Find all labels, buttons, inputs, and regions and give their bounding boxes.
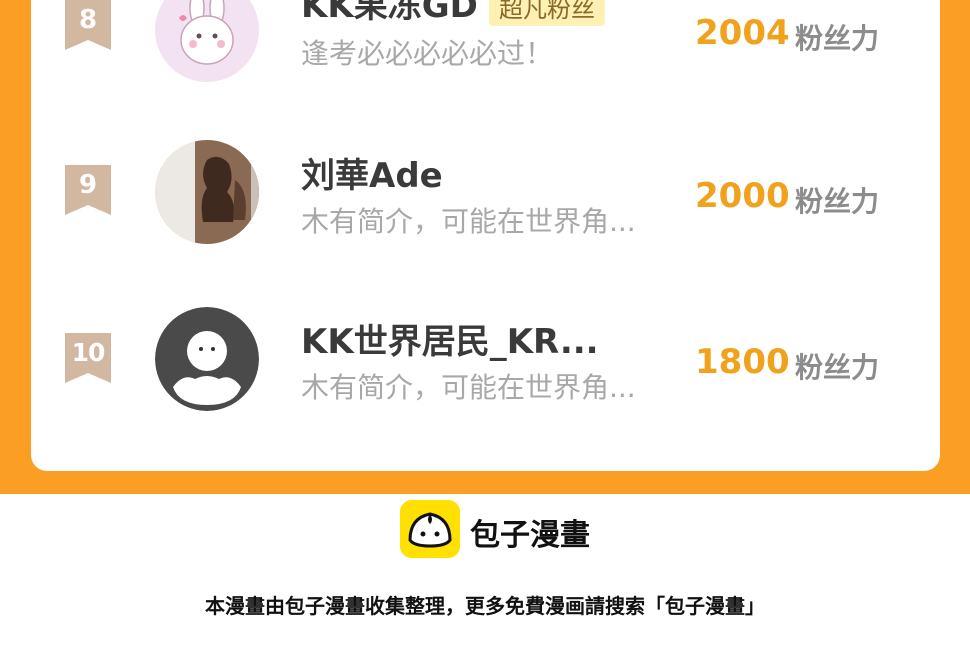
ranking-row[interactable]: 9 刘華Ade 木有简介，可能在世界角... 2000 粉丝力: [31, 136, 940, 246]
fan-score: 2000: [695, 176, 790, 216]
fan-score: 1800: [695, 342, 790, 382]
rank-badge: 10: [65, 333, 111, 383]
footer-note: 本漫畫由包子漫畫收集整理，更多免費漫画請搜索「包子漫畫」: [205, 594, 765, 618]
ranking-card: 8 KK果冻GD 超凡粉丝 逢考必必必必必过！ 2004 粉丝力 9 刘華Ade…: [31, 0, 940, 471]
ranking-row[interactable]: 10 KK世界居民_KR... 木有简介，可能在世界角... 1800 粉丝力: [31, 302, 940, 412]
photo-avatar-icon[interactable]: [155, 140, 259, 244]
user-name[interactable]: KK世界居民_KR...: [301, 314, 599, 363]
rank-badge: 9: [65, 165, 111, 215]
user-name[interactable]: 刘華Ade: [301, 148, 443, 197]
default-avatar-icon[interactable]: [155, 307, 259, 411]
logo-text: 包子漫畫: [470, 518, 590, 553]
user-bio: 逢考必必必必必过！: [301, 37, 554, 70]
fan-level-badge: 超凡粉丝: [489, 0, 605, 26]
fan-score-unit: 粉丝力: [795, 22, 880, 55]
footer-logo[interactable]: 包子漫畫: [400, 500, 620, 560]
user-bio: 木有简介，可能在世界角...: [301, 205, 636, 238]
bunny-avatar-icon[interactable]: [155, 0, 259, 82]
fan-score: 2004: [695, 13, 790, 53]
bun-logo-icon: [400, 500, 460, 558]
user-bio: 木有简介，可能在世界角...: [301, 371, 636, 404]
ranking-row[interactable]: 8 KK果冻GD 超凡粉丝 逢考必必必必必过！ 2004 粉丝力: [31, 0, 940, 82]
fan-score-unit: 粉丝力: [795, 185, 880, 218]
fan-score-unit: 粉丝力: [795, 351, 880, 384]
rank-badge: 8: [65, 0, 111, 50]
user-name[interactable]: KK果冻GD: [301, 0, 478, 27]
